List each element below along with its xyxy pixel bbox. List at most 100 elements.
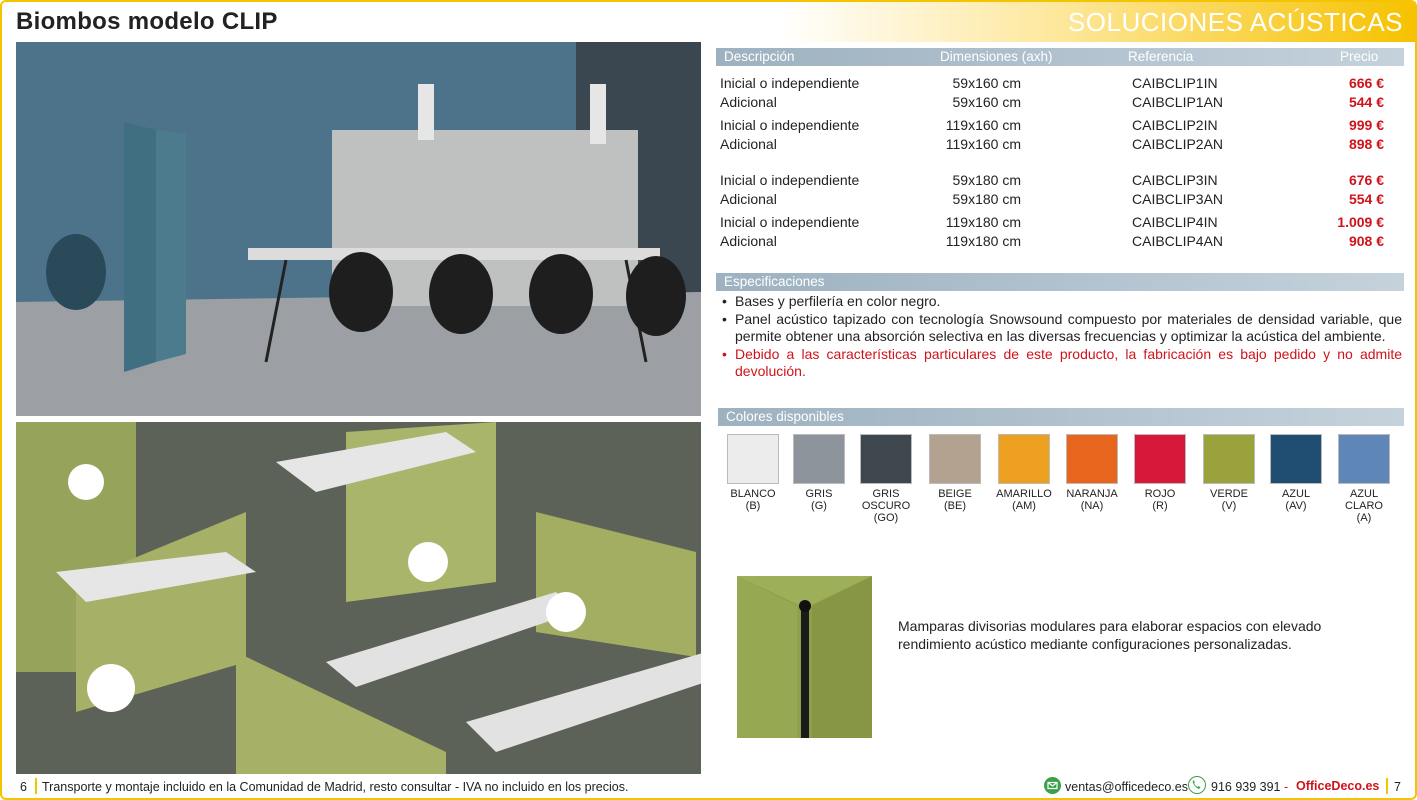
color-swatch bbox=[929, 434, 981, 484]
color-name: VERDE bbox=[1210, 488, 1248, 500]
bullet-icon: • bbox=[722, 293, 727, 309]
page-title: Biombos modelo CLIP bbox=[16, 8, 278, 35]
color-swatch bbox=[1338, 434, 1390, 484]
color-option-rojo: ROJO (R) bbox=[1126, 434, 1194, 512]
footer-divider bbox=[35, 778, 37, 794]
row-dimensions: 59x180 cm bbox=[952, 191, 1021, 207]
col-header-reference: Referencia bbox=[1128, 49, 1194, 64]
product-photo-office bbox=[16, 42, 701, 416]
color-name: AZUL bbox=[1281, 488, 1311, 500]
bullet-icon: • bbox=[722, 345, 727, 362]
row-price: 898 € bbox=[1348, 136, 1384, 152]
table-row: Adicional 119x180 cm CAIBCLIP4AN 908 € bbox=[716, 233, 1404, 252]
color-name: GRIS OSCURO bbox=[861, 488, 911, 512]
color-code: (R) bbox=[1152, 500, 1168, 512]
price-table-header: Descripción Dimensiones (axh) Referencia… bbox=[716, 48, 1404, 66]
row-description: Inicial o independiente bbox=[720, 117, 860, 133]
row-reference: CAIBCLIP3AN bbox=[1132, 191, 1224, 207]
bullet-icon: • bbox=[722, 310, 727, 327]
phone-icon bbox=[1188, 776, 1206, 794]
color-swatch bbox=[998, 434, 1050, 484]
row-dimensions: 119x160 cm bbox=[945, 136, 1021, 152]
spec-item: • Bases y perfilería en color negro. bbox=[720, 293, 1402, 311]
color-option-azul: AZUL (AV) bbox=[1262, 434, 1330, 512]
specs-list: • Bases y perfilería en color negro. • P… bbox=[720, 293, 1402, 381]
color-option-amarillo: AMARILLO (AM) bbox=[990, 434, 1058, 512]
row-description: Adicional bbox=[720, 136, 777, 152]
table-row: Inicial o independiente 59x160 cm CAIBCL… bbox=[716, 75, 1404, 94]
row-description: Adicional bbox=[720, 233, 777, 249]
color-code: (NA) bbox=[1080, 500, 1104, 512]
specs-title: Especificaciones bbox=[724, 274, 825, 289]
row-reference: CAIBCLIP2IN bbox=[1132, 117, 1218, 133]
color-option-gris-oscuro: GRIS OSCURO (GO) bbox=[852, 434, 920, 524]
row-price: 908 € bbox=[1348, 233, 1384, 249]
row-description: Inicial o independiente bbox=[720, 172, 860, 188]
color-code: (G) bbox=[811, 500, 827, 512]
row-reference: CAIBCLIP2AN bbox=[1132, 136, 1224, 152]
col-header-dimensions: Dimensiones (axh) bbox=[940, 49, 1053, 64]
color-swatch bbox=[860, 434, 912, 484]
colors-title: Colores disponibles bbox=[726, 409, 844, 424]
color-name: BLANCO bbox=[730, 488, 776, 500]
product-description: Mamparas divisorias modulares para elabo… bbox=[898, 618, 1322, 652]
spec-text: Panel acústico tapizado con tecnología S… bbox=[735, 310, 1402, 345]
color-swatch bbox=[793, 434, 845, 484]
color-option-gris: GRIS (G) bbox=[785, 434, 853, 512]
row-description: Adicional bbox=[720, 191, 777, 207]
page-frame: Biombos modelo CLIP SOLUCIONES ACÚSTICAS bbox=[0, 0, 1417, 800]
col-header-price: Precio bbox=[1340, 49, 1379, 64]
color-swatch bbox=[1203, 434, 1255, 484]
color-code: (V) bbox=[1221, 500, 1237, 512]
color-name: GRIS bbox=[805, 488, 833, 500]
panel-detail-photo bbox=[737, 576, 872, 738]
color-name: AZUL CLARO bbox=[1345, 488, 1383, 512]
color-code: (GO) bbox=[873, 512, 899, 524]
color-swatch bbox=[727, 434, 779, 484]
section-title: SOLUCIONES ACÚSTICAS bbox=[1067, 7, 1403, 37]
color-code: (A) bbox=[1356, 512, 1372, 524]
table-row: Adicional 59x160 cm CAIBCLIP1AN 544 € bbox=[716, 94, 1404, 113]
row-dimensions: 119x180 cm bbox=[945, 233, 1021, 249]
spec-text: Bases y perfilería en color negro. bbox=[735, 293, 941, 309]
page-number-right: 7 bbox=[1394, 780, 1401, 794]
color-option-azul-claro: AZUL CLARO (A) bbox=[1330, 434, 1398, 524]
col-header-description: Descripción bbox=[724, 49, 795, 64]
table-row: Adicional 59x180 cm CAIBCLIP3AN 554 € bbox=[716, 191, 1404, 210]
phone-number[interactable]: 916 939 391 bbox=[1211, 780, 1281, 794]
table-row: Inicial o independiente 119x160 cm CAIBC… bbox=[716, 117, 1404, 136]
row-reference: CAIBCLIP1AN bbox=[1132, 94, 1224, 110]
spec-item: • Panel acústico tapizado con tecnología… bbox=[720, 311, 1402, 346]
color-name: ROJO bbox=[1144, 488, 1176, 500]
color-name: BEIGE bbox=[938, 488, 972, 500]
table-row: Adicional 119x160 cm CAIBCLIP2AN 898 € bbox=[716, 136, 1404, 155]
color-swatch bbox=[1134, 434, 1186, 484]
color-swatch bbox=[1270, 434, 1322, 484]
email-icon bbox=[1044, 777, 1061, 794]
colors-header: Colores disponibles bbox=[718, 408, 1404, 426]
product-photo-open-plan bbox=[16, 422, 701, 774]
email-link[interactable]: ventas@officedeco.es bbox=[1065, 780, 1188, 794]
spec-text: Debido a las características particulare… bbox=[735, 345, 1402, 380]
color-swatch bbox=[1066, 434, 1118, 484]
row-price: 554 € bbox=[1348, 191, 1384, 207]
row-dimensions: 119x160 cm bbox=[945, 117, 1021, 133]
row-reference: CAIBCLIP1IN bbox=[1132, 75, 1218, 91]
row-price: 666 € bbox=[1348, 75, 1384, 91]
table-row: Inicial o independiente 119x180 cm CAIBC… bbox=[716, 214, 1404, 233]
row-dimensions: 59x160 cm bbox=[952, 94, 1021, 110]
row-dimensions: 59x160 cm bbox=[952, 75, 1021, 91]
footer-divider bbox=[1386, 778, 1388, 794]
page-number-left: 6 bbox=[20, 780, 27, 794]
brand-name[interactable]: OfficeDeco.es bbox=[1296, 779, 1379, 793]
row-price: 1.009 € bbox=[1337, 214, 1384, 230]
color-option-verde: VERDE (V) bbox=[1195, 434, 1263, 512]
row-description: Adicional bbox=[720, 94, 777, 110]
color-code: (AM) bbox=[1012, 500, 1036, 512]
row-dimensions: 59x180 cm bbox=[952, 172, 1021, 188]
footer-dash: - bbox=[1284, 780, 1289, 794]
row-reference: CAIBCLIP3IN bbox=[1132, 172, 1218, 188]
color-name: AMARILLO bbox=[996, 488, 1052, 500]
color-option-beige: BEIGE (BE) bbox=[921, 434, 989, 512]
row-dimensions: 119x180 cm bbox=[945, 214, 1021, 230]
